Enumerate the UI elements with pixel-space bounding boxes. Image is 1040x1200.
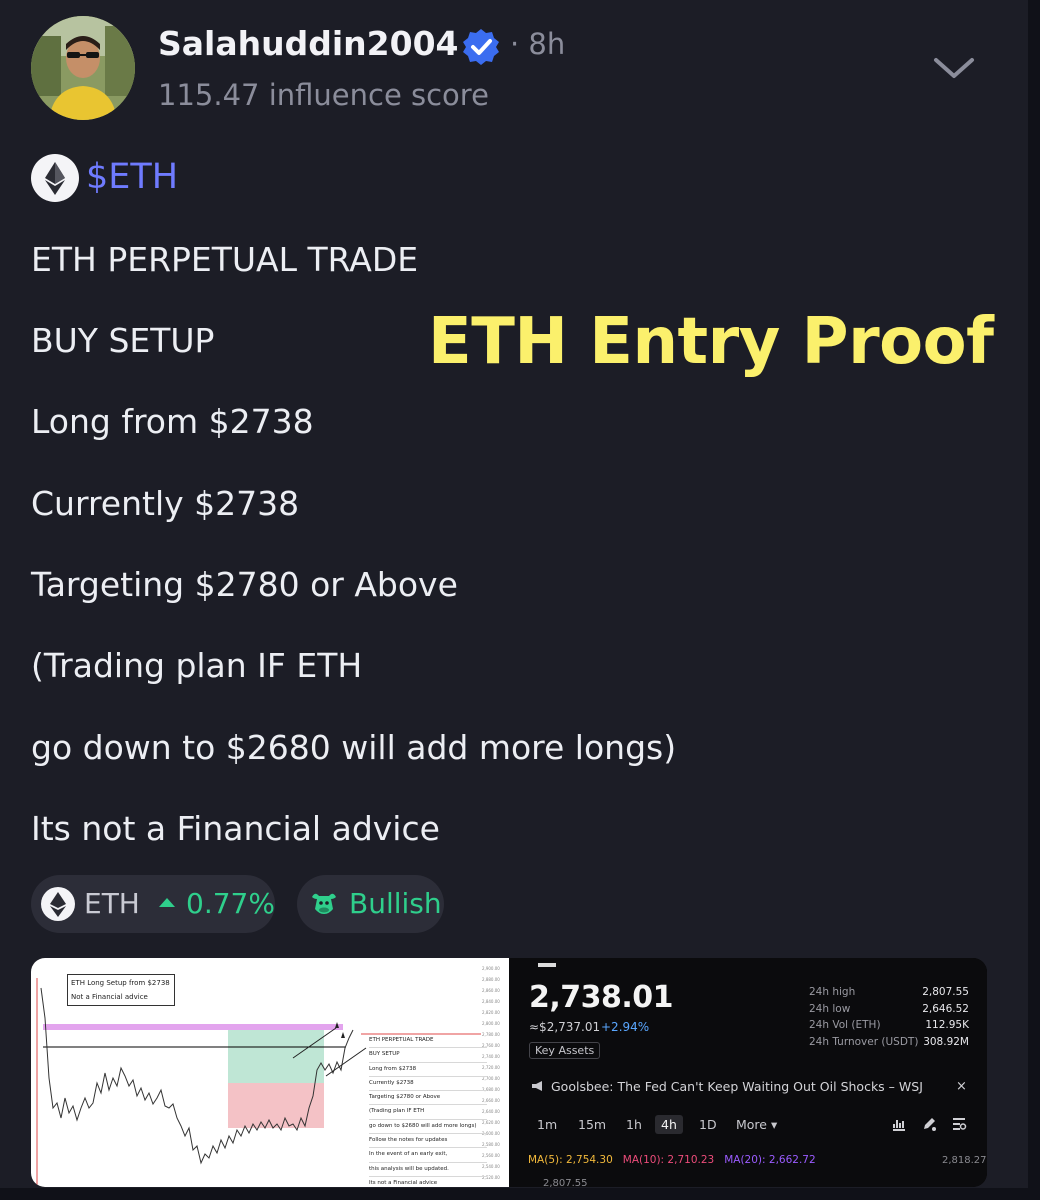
- post-line-2: BUY SETUP: [31, 321, 215, 360]
- influence-score: 115.47 influence score: [158, 78, 489, 112]
- plan-line: Follow the notes for updates: [369, 1134, 487, 1149]
- annotated-chart: 2,900.00 2,880.00 2,860.00 2,840.00 2,820.00…: [31, 958, 509, 1187]
- stat-row: 24h high 2,807.55: [809, 986, 969, 1003]
- avatar-photo: [31, 16, 135, 120]
- indicator-settings-icon: [953, 1118, 967, 1130]
- stat-value: 112.95K: [925, 1019, 969, 1031]
- close-icon: ×: [956, 1079, 967, 1094]
- post-line-7: go down to $2680 will add more longs): [31, 728, 677, 767]
- avatar[interactable]: [31, 16, 135, 120]
- timeframe-1h: 1h: [626, 1117, 642, 1132]
- stat-row: 24h Vol (ETH) 112.95K: [809, 1019, 969, 1036]
- stat-value: 2,646.52: [922, 1002, 969, 1015]
- timeframe-15m: 15m: [578, 1117, 607, 1132]
- scrollbar-track[interactable]: [1028, 0, 1040, 1200]
- last-price: 2,738.01: [529, 980, 674, 1015]
- stat-value: 308.92M: [923, 1035, 969, 1048]
- timeframe-4h: 4h: [655, 1115, 683, 1134]
- chart-type-icon: [893, 1120, 905, 1131]
- overlay-caption: ETH Entry Proof: [428, 305, 994, 379]
- post-line-5: Targeting $2780 or Above: [31, 565, 458, 604]
- bull-icon: [312, 893, 336, 914]
- sentiment-pill[interactable]: Bullish: [297, 875, 444, 933]
- plan-line: Long from $2738: [369, 1063, 487, 1077]
- megaphone-icon: [532, 1081, 542, 1091]
- post-line-6: (Trading plan IF ETH: [31, 646, 363, 685]
- chart-plan-text: ETH PERPETUAL TRADE BUY SETUP Long from …: [369, 1034, 487, 1187]
- post-line-1: ETH PERPETUAL TRADE: [31, 240, 419, 279]
- stat-row: 24h low 2,646.52: [809, 1003, 969, 1020]
- plan-line: ETH PERPETUAL TRADE: [369, 1034, 487, 1049]
- username[interactable]: Salahuddin2004: [158, 24, 459, 63]
- chevron-down-icon[interactable]: [930, 50, 978, 86]
- stat-label: 24h low: [809, 1002, 851, 1015]
- stats-table: 24h high 2,807.55 24h low 2,646.52 24h V…: [809, 986, 969, 1052]
- plan-line: (Trading plan IF ETH: [369, 1105, 487, 1120]
- stat-label: 24h Turnover (USDT): [809, 1035, 919, 1048]
- ma5-value: MA(5): 2,754.30: [528, 1154, 613, 1166]
- ethereum-icon: [31, 154, 79, 202]
- ma-indicators: MA(5): 2,754.30 MA(10): 2,710.23 MA(20):…: [528, 1154, 816, 1166]
- plan-line: In the event of an early exit,: [369, 1148, 487, 1163]
- chart-note: ETH Long Setup from $2738 Not a Financia…: [67, 974, 175, 1006]
- news-ticker: Goolsbee: The Fed Can't Keep Waiting Out…: [551, 1079, 923, 1094]
- plan-line: BUY SETUP: [369, 1048, 487, 1063]
- bottom-edge: [0, 1188, 1040, 1200]
- plan-line: Currently $2738: [369, 1077, 487, 1092]
- post-age: · 8h: [510, 27, 566, 61]
- exchange-screenshot: 2,738.01 ≈$2,737.01 +2.94% Key Assets 24…: [509, 958, 987, 1187]
- stat-row: 24h Turnover (USDT) 308.92M: [809, 1036, 969, 1053]
- timeframe-1m: 1m: [537, 1117, 558, 1132]
- post-line-4: Currently $2738: [31, 484, 300, 523]
- sentiment-label: Bullish: [349, 887, 442, 920]
- eth-price-pill[interactable]: ETH 0.77%: [31, 875, 275, 933]
- fiat-price: ≈$2,737.01: [529, 1020, 601, 1034]
- draw-pencil-icon: [924, 1118, 936, 1131]
- price-change: +2.94%: [601, 1020, 650, 1034]
- verified-badge-icon: [463, 29, 499, 65]
- plan-line: Its not a Financial advice: [369, 1177, 487, 1187]
- ethereum-icon: [41, 887, 75, 921]
- timeframe-1d: 1D: [699, 1117, 717, 1132]
- drag-handle: [538, 963, 556, 967]
- attached-image[interactable]: 2,900.00 2,880.00 2,860.00 2,840.00 2,820.00…: [31, 958, 987, 1187]
- arrow-up-icon: [159, 898, 175, 907]
- stat-value: 2,807.55: [922, 986, 969, 998]
- pill-change: 0.77%: [186, 887, 275, 920]
- plan-line: this analysis will be updated.: [369, 1163, 487, 1177]
- ticker-link[interactable]: $ETH: [86, 157, 178, 197]
- plan-line: Targeting $2780 or Above: [369, 1091, 487, 1106]
- timeframe-more: More ▾: [736, 1117, 778, 1132]
- scale-value: 2,818.27: [942, 1155, 987, 1166]
- post-line-8: Its not a Financial advice: [31, 809, 440, 848]
- stat-label: 24h high: [809, 986, 856, 998]
- ma10-value: MA(10): 2,710.23: [622, 1154, 715, 1166]
- chart-note-sub: Not a Financial advice: [71, 993, 148, 1001]
- cut-value: 2,807.55: [543, 1178, 588, 1187]
- key-assets-tag: Key Assets: [529, 1042, 601, 1059]
- chart-note-title: ETH Long Setup from $2738: [71, 979, 170, 987]
- plan-line: go down to $2680 will add more longs): [369, 1120, 487, 1135]
- ma20-value: MA(20): 2,662.72: [724, 1154, 816, 1166]
- stat-label: 24h Vol (ETH): [809, 1019, 881, 1031]
- pill-symbol: ETH: [84, 887, 140, 920]
- post-line-3: Long from $2738: [31, 402, 314, 441]
